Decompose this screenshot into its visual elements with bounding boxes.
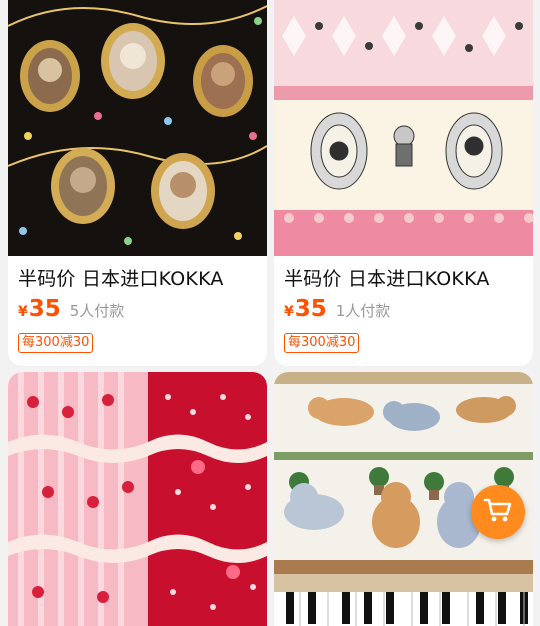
product-card[interactable]: 半码价 日本进口KOKKA ¥ 35 1人付款 每300减30 [274,0,533,366]
sold-count: 1人付款 [335,302,391,320]
product-card[interactable]: 半码价 日本进口KOKKA ¥ 35 5人付款 每300减30 [8,0,267,366]
product-image-animal-portrait-fabric[interactable] [8,0,267,256]
product-title[interactable]: 半码价 日本进口KOKKA [284,264,529,291]
product-card[interactable] [8,372,267,626]
product-image-alice-pink-fabric[interactable] [274,0,533,256]
price-row: ¥ 35 1人付款 [284,296,390,322]
currency-symbol: ¥ [18,304,28,320]
shopping-cart-icon [483,496,513,528]
product-price: 35 [294,296,327,322]
product-grid: 半码价 日本进口KOKKA ¥ 35 5人付款 每300减30 半码价 日本进口… [0,0,540,626]
product-image-strawberry-fabric[interactable] [8,372,267,626]
currency-symbol: ¥ [284,304,294,320]
sold-count: 5人付款 [69,302,125,320]
price-row: ¥ 35 5人付款 [18,296,124,322]
cart-button[interactable] [471,485,525,539]
product-price: 35 [28,296,61,322]
coupon-badge: 每300减30 [284,333,360,353]
product-title[interactable]: 半码价 日本进口KOKKA [18,264,263,291]
coupon-badge: 每300减30 [18,333,94,353]
